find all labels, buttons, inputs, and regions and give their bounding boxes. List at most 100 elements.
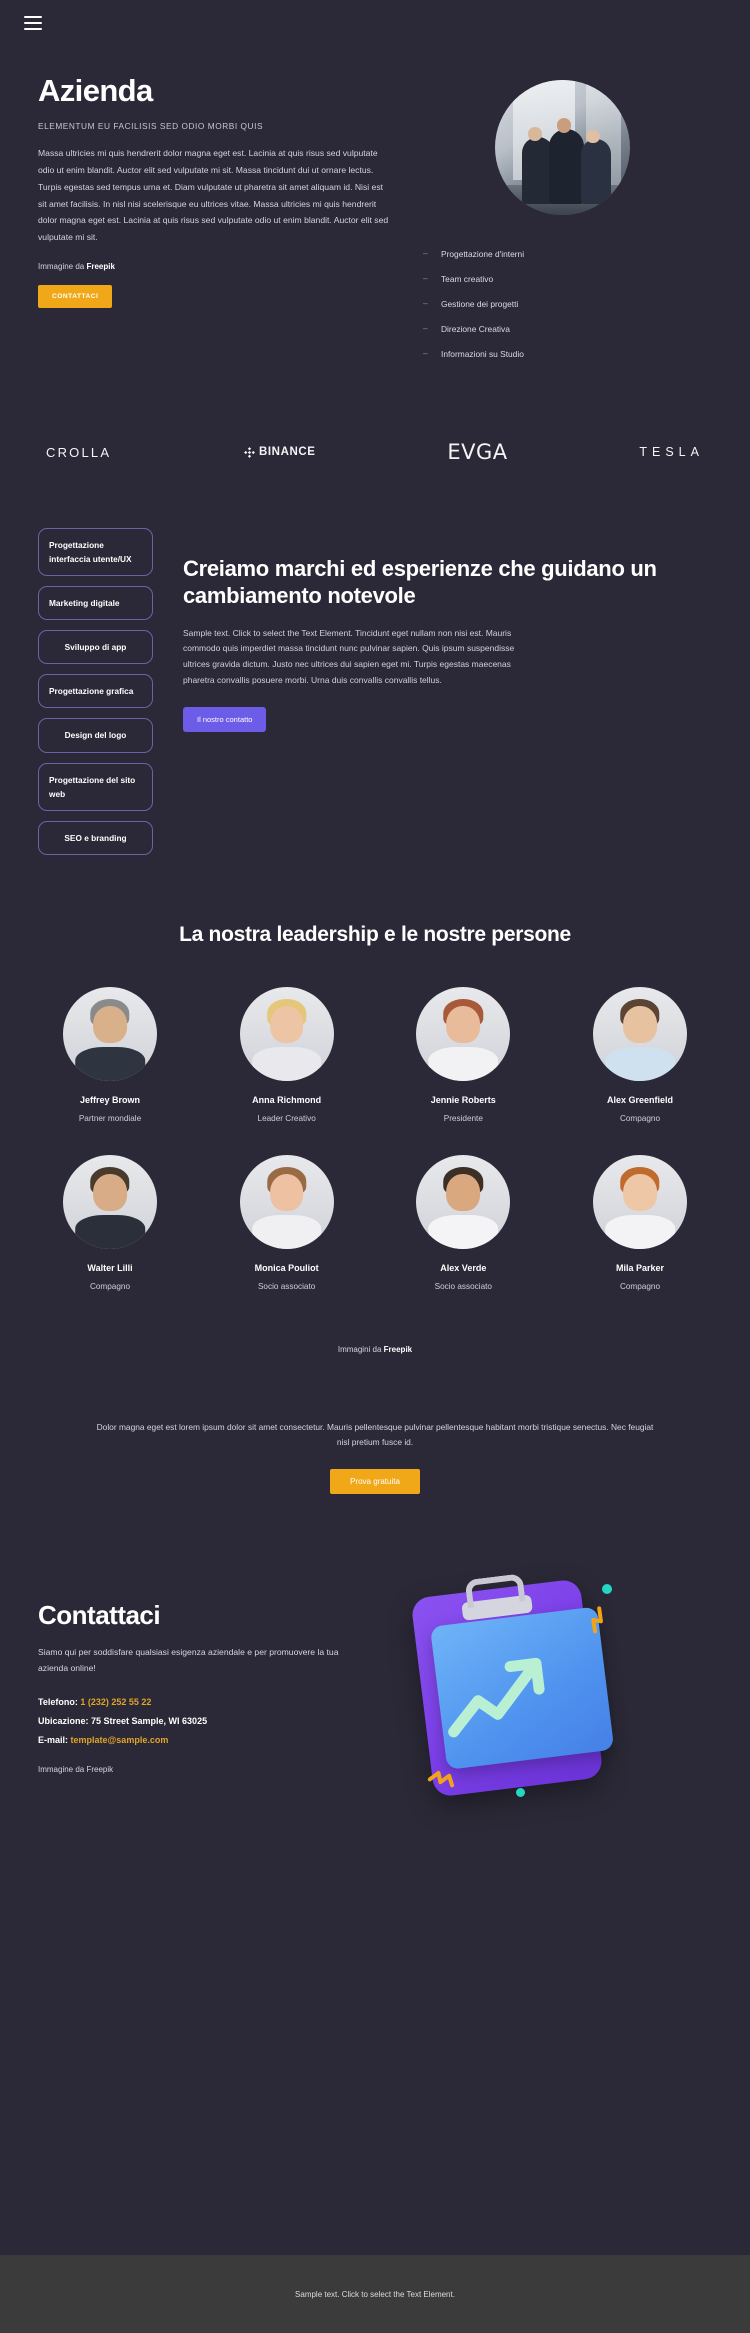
- hero-section: Azienda ELEMENTUM EU FACILISIS SED ODIO …: [0, 46, 750, 366]
- contact-image-credit: Immagine da Freepik: [38, 1764, 114, 1774]
- team-member-name: Jeffrey Brown: [79, 1094, 141, 1105]
- avatar: [592, 986, 687, 1081]
- team-member-name: Alex Greenfield: [606, 1094, 673, 1105]
- growth-arrow-icon: [448, 1657, 545, 1738]
- services-content: Creiamo marchi ed esperienze che guidano…: [183, 524, 712, 855]
- service-pill-digital-marketing[interactable]: Marketing digitale: [38, 586, 153, 621]
- contact-phone-value[interactable]: 1 (232) 252 55 22: [80, 1697, 151, 1707]
- service-pill-seo-branding[interactable]: SEO e branding: [38, 820, 153, 855]
- services-pill-list: Progettazione interfaccia utente/UX Mark…: [38, 524, 153, 855]
- contact-location-value: 75 Street Sample, WI 63025: [91, 1715, 208, 1726]
- cta-text: Dolor magna eget est lorem ipsum dolor s…: [96, 1421, 654, 1448]
- team-member-name: Walter Lilli: [87, 1262, 133, 1273]
- contact-illustration: [388, 1573, 712, 1804]
- service-pill-graphic-design[interactable]: Progettazione grafica: [38, 674, 153, 709]
- avatar: [63, 986, 157, 1081]
- brand-logo-crolla: CROLLA: [46, 444, 112, 460]
- team-member: Mila Parker Compagno: [560, 1154, 720, 1291]
- team-member: Anna Richmond Leader Creativo: [207, 986, 367, 1123]
- team-member: Jennie Roberts Presidente: [383, 986, 543, 1123]
- contact-body-text: Siamo qui per soddisfare qualsiasi esige…: [38, 1646, 339, 1673]
- hero-service-item[interactable]: Gestione dei progetti: [421, 291, 707, 316]
- contact-info: Contattaci Siamo qui per soddisfare qual…: [38, 1574, 368, 1774]
- brand-logo-binance: BINANCE: [243, 446, 316, 459]
- team-member-role: Leader Creativo: [257, 1113, 316, 1123]
- team-member-name: Monica Pouliot: [254, 1262, 319, 1273]
- brand-logo-evga: EVGA: [447, 440, 508, 464]
- team-member: Monica Pouliot Socio associato: [207, 1154, 367, 1291]
- services-body-text: Sample text. Click to select the Text El…: [183, 627, 515, 685]
- page-title: Azienda: [38, 73, 153, 108]
- teal-dot-decoration: [602, 1583, 612, 1594]
- credit-brand: Freepik: [86, 261, 115, 271]
- brand-logo-binance-label: BINANCE: [258, 446, 316, 458]
- avatar: [592, 1154, 687, 1249]
- hamburger-menu-icon[interactable]: [24, 16, 42, 30]
- avatar: [239, 1154, 334, 1249]
- hero-service-item[interactable]: Progettazione d'interni: [421, 241, 707, 266]
- contact-email-value[interactable]: template@sample.com: [71, 1735, 169, 1745]
- hero-right-column: Progettazione d'interni Team creativo Ge…: [417, 64, 707, 366]
- hero-left-column: Azienda ELEMENTUM EU FACILISIS SED ODIO …: [38, 64, 393, 366]
- team-member-role: Socio associato: [257, 1281, 316, 1291]
- hero-service-item[interactable]: Informazioni su Studio: [421, 341, 707, 366]
- avatar: [416, 1154, 511, 1249]
- hero-kicker: ELEMENTUM EU FACILISIS SED ODIO MORBI QU…: [38, 121, 264, 132]
- team-member-role: Presidente: [443, 1113, 483, 1123]
- service-pill-logo-design[interactable]: Design del logo: [38, 718, 153, 753]
- team-member: Alex Verde Socio associato: [383, 1154, 543, 1291]
- contact-heading: Contattaci: [38, 1599, 161, 1630]
- prova-gratuita-button[interactable]: Prova gratuita: [330, 1468, 420, 1494]
- contact-location-row: Ubicazione: 75 Street Sample, WI 63025: [38, 1716, 368, 1726]
- hero-team-photo: [494, 80, 630, 215]
- contact-phone-row: Telefono: 1 (232) 252 55 22: [38, 1697, 368, 1707]
- team-row: Walter Lilli Compagno Monica Pouliot Soc…: [30, 1154, 720, 1291]
- team-member-name: Anna Richmond: [252, 1094, 322, 1105]
- avatar: [63, 1154, 157, 1249]
- services-heading: Creiamo marchi ed esperienze che guidano…: [183, 556, 657, 608]
- team-member-role: Partner mondiale: [78, 1113, 142, 1123]
- team-heading: La nostra leadership e le nostre persone: [179, 922, 571, 946]
- team-member-role: Compagno: [89, 1281, 131, 1291]
- il-nostro-contatto-button[interactable]: Il nostro contatto: [183, 706, 267, 732]
- team-section: La nostra leadership e le nostre persone…: [0, 855, 750, 1354]
- contact-section: Contattaci Siamo qui per soddisfare qual…: [0, 1494, 750, 1804]
- cta-section: Dolor magna eget est lorem ipsum dolor s…: [0, 1354, 750, 1494]
- credit-prefix: Immagine da: [38, 261, 87, 271]
- contact-phone-label: Telefono:: [38, 1696, 81, 1707]
- team-member-name: Mila Parker: [615, 1262, 664, 1273]
- site-footer: Sample text. Click to select the Text El…: [0, 2255, 750, 2333]
- team-images-credit: Immagini da Freepik: [30, 1319, 720, 1354]
- services-section: Progettazione interfaccia utente/UX Mark…: [0, 464, 750, 855]
- team-member-name: Alex Verde: [440, 1262, 487, 1273]
- team-member: Jeffrey Brown Partner mondiale: [30, 986, 190, 1123]
- contact-email-label: E-mail:: [38, 1734, 71, 1745]
- hero-image-credit: Immagine da Freepik: [38, 262, 393, 271]
- contattaci-button[interactable]: CONTATTACI: [38, 284, 113, 308]
- hero-service-item[interactable]: Direzione Creativa: [421, 316, 707, 341]
- team-credit-prefix: Immagini da: [337, 1344, 384, 1354]
- hero-service-item[interactable]: Team creativo: [421, 266, 707, 291]
- team-member-role: Compagno: [619, 1281, 660, 1291]
- team-credit-brand: Freepik: [383, 1344, 413, 1354]
- brand-logos-strip: CROLLA BINANCE EVGA TESLA: [0, 366, 750, 464]
- contact-location-label: Ubicazione:: [38, 1715, 92, 1726]
- binance-diamond-icon: [244, 446, 255, 458]
- footer-text: Sample text. Click to select the Text El…: [295, 2289, 455, 2299]
- service-pill-ui-ux[interactable]: Progettazione interfaccia utente/UX: [38, 528, 153, 577]
- team-member-role: Socio associato: [434, 1281, 492, 1291]
- team-member: Alex Greenfield Compagno: [560, 986, 720, 1123]
- hero-services-list: Progettazione d'interni Team creativo Ge…: [417, 241, 707, 366]
- team-member: Walter Lilli Compagno: [30, 1154, 190, 1291]
- service-pill-web-design[interactable]: Progettazione del sito web: [38, 762, 153, 811]
- brand-logo-tesla: TESLA: [639, 445, 704, 459]
- contact-email-row: E-mail: template@sample.com: [38, 1735, 368, 1745]
- avatar: [416, 986, 511, 1081]
- team-row: Jeffrey Brown Partner mondiale Anna Rich…: [30, 986, 720, 1123]
- hero-body-text: Massa ultricies mi quis hendrerit dolor …: [38, 148, 389, 243]
- service-pill-app-development[interactable]: Sviluppo di app: [38, 630, 153, 665]
- teal-dot-decoration: [516, 1787, 525, 1797]
- team-member-name: Jennie Roberts: [430, 1094, 496, 1105]
- team-member-role: Compagno: [619, 1113, 660, 1123]
- avatar: [239, 986, 334, 1081]
